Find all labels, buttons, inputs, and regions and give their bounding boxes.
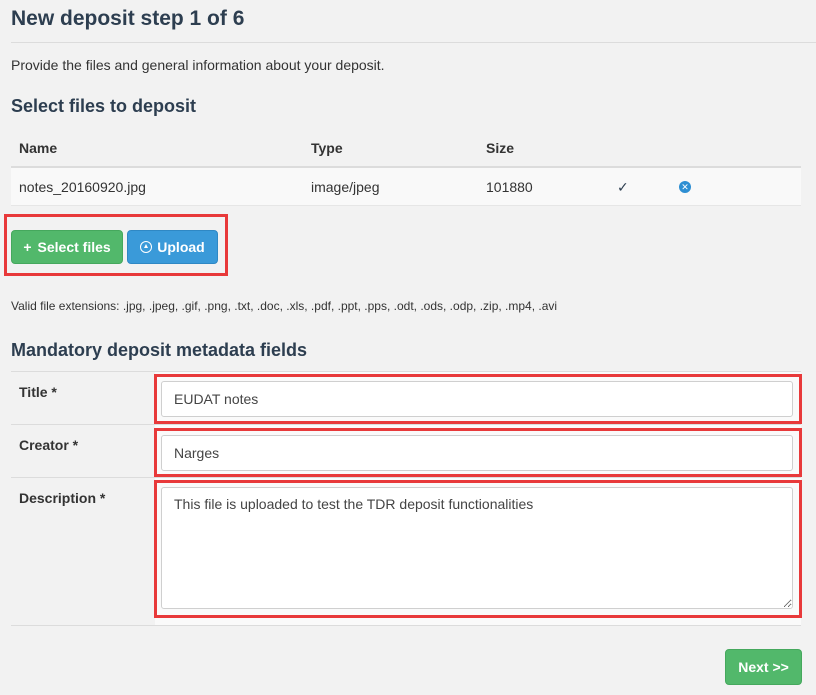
title-divider — [11, 42, 816, 43]
page-title: New deposit step 1 of 6 — [11, 7, 245, 30]
file-type: image/jpeg — [311, 179, 380, 195]
valid-extensions-text: Valid file extensions: .jpg, .jpeg, .gif… — [11, 299, 558, 313]
title-field[interactable] — [161, 381, 793, 417]
upload-circle-icon — [140, 241, 153, 253]
check-icon: ✓ — [617, 179, 629, 195]
intro-text: Provide the files and general informatio… — [11, 57, 385, 73]
creator-field[interactable] — [161, 435, 793, 471]
upload-label: Upload — [157, 239, 205, 255]
creator-label: Creator * — [11, 425, 155, 477]
file-name: notes_20160920.jpg — [19, 179, 146, 195]
files-table: Name Type Size notes_20160920.jpg image/… — [11, 127, 801, 206]
plus-icon: + — [23, 239, 32, 255]
title-label: Title * — [11, 372, 155, 424]
remove-circle-icon[interactable]: ✕ — [679, 181, 691, 193]
column-name: Name — [19, 140, 58, 156]
description-label: Description * — [11, 478, 155, 625]
next-button[interactable]: Next >> — [725, 649, 802, 685]
select-files-button[interactable]: + Select files — [11, 230, 123, 264]
files-table-header: Name Type Size — [11, 127, 801, 168]
column-size: Size — [486, 140, 515, 156]
column-type: Type — [311, 140, 343, 156]
table-row: notes_20160920.jpg image/jpeg 101880 ✓ ✕ — [11, 168, 801, 206]
upload-button[interactable]: Upload — [127, 230, 218, 264]
file-size: 101880 — [486, 179, 533, 195]
select-files-label: Select files — [37, 239, 111, 255]
metadata-section-title: Mandatory deposit metadata fields — [11, 340, 308, 360]
description-field[interactable]: This file is uploaded to test the TDR de… — [161, 487, 793, 609]
files-section-title: Select files to deposit — [11, 96, 197, 116]
